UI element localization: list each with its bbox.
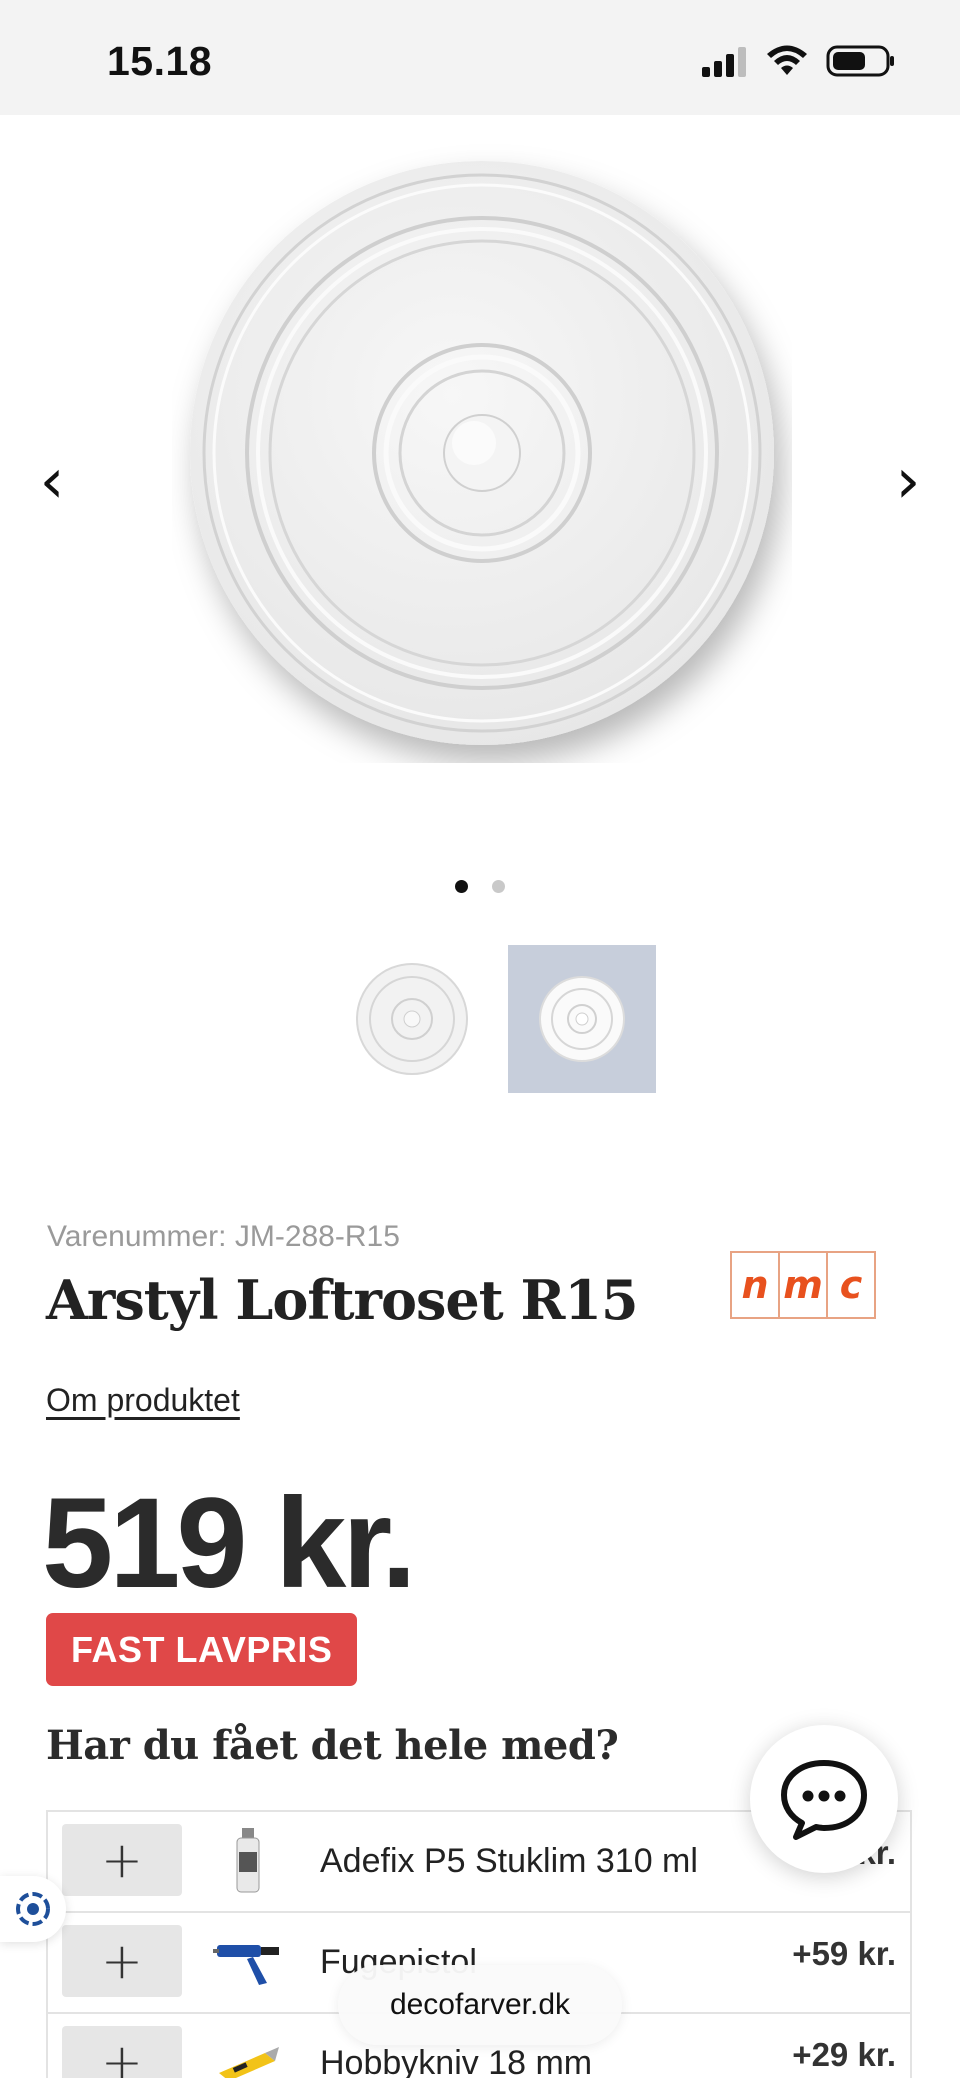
sku-label: Varenummer: JM-288-R15	[47, 1220, 400, 1253]
status-icons	[700, 44, 896, 78]
accessibility-icon	[16, 1892, 50, 1926]
add-addon-button[interactable]: +	[62, 2026, 182, 2078]
product-title: Arstyl Loftroset R15	[46, 1268, 639, 1332]
add-addon-button[interactable]: +	[62, 1925, 182, 1997]
browser-url-bar[interactable]: decofarver.dk	[338, 1965, 622, 2045]
status-bar: 15.18	[0, 0, 960, 115]
brand-logo[interactable]: n m c	[730, 1251, 876, 1319]
thumbnail-strip	[338, 945, 656, 1093]
brand-letter: m	[780, 1253, 828, 1317]
gallery-dot[interactable]	[455, 880, 468, 893]
status-time: 15.18	[107, 38, 213, 84]
addon-price: +29 kr.	[792, 2036, 896, 2073]
product-gallery[interactable]: ‹ ›	[0, 115, 960, 855]
next-image-button[interactable]: ›	[878, 440, 938, 520]
low-price-badge: FAST LAVPRIS	[46, 1613, 358, 1686]
chat-button[interactable]	[750, 1725, 898, 1873]
product-price: 519 kr.	[42, 1472, 417, 1615]
gallery-dot[interactable]	[492, 880, 505, 893]
addon-name: Adefix P5 Stuklim 310 ml	[320, 1842, 698, 1880]
accessibility-widget[interactable]	[0, 1876, 66, 1942]
prev-image-button[interactable]: ‹	[22, 440, 82, 520]
about-product-link[interactable]: Om produktet	[46, 1382, 240, 1419]
brand-letter: c	[839, 1263, 863, 1307]
addon-name: Hobbykniv 18 mm	[320, 2044, 593, 2078]
wifi-icon	[767, 45, 807, 75]
product-image[interactable]	[172, 143, 792, 763]
signal-icon	[702, 47, 746, 77]
thumbnail-rosette-image	[356, 963, 468, 1075]
caulk-gun-image	[213, 1927, 283, 1997]
thumbnail-rosette-image	[539, 976, 625, 1062]
utility-knife-image	[213, 2028, 283, 2078]
chat-bubble-icon	[781, 1760, 867, 1840]
thumbnail-2[interactable]	[508, 945, 656, 1093]
addon-price: +59 kr.	[792, 1935, 896, 1972]
add-addon-button[interactable]: +	[62, 1824, 182, 1896]
brand-letter: n	[732, 1253, 780, 1317]
addons-heading: Har du fået det hele med?	[46, 1722, 619, 1769]
gallery-dots	[0, 880, 960, 893]
glue-tube-image	[213, 1826, 283, 1896]
thumbnail-1[interactable]	[338, 945, 486, 1093]
battery-icon	[826, 45, 894, 77]
